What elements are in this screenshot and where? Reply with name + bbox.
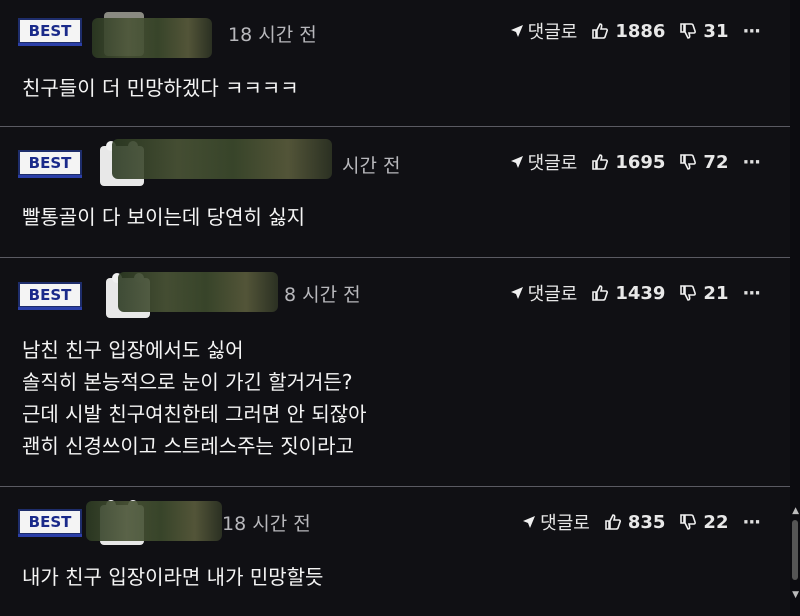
comment-actions: 댓글로 835 22 ··· (522, 509, 761, 535)
comment-4: BEST 18 시간 전 댓글로 835 22 ··· 내가 친구 입장이라면 … (0, 487, 790, 616)
comment-line: 빨통골이 다 보이는데 당연히 싫지 (22, 205, 306, 229)
reply-button[interactable]: 댓글로 (510, 149, 578, 175)
reply-label: 댓글로 (540, 513, 590, 534)
scroll-thumb[interactable] (792, 520, 798, 580)
blurred-username (92, 18, 212, 58)
comment-line: 남친 친구 입장에서도 싫어 (22, 338, 244, 362)
best-badge: BEST (18, 509, 82, 537)
best-badge: BEST (18, 18, 82, 46)
reply-arrow-icon (510, 286, 524, 300)
best-badge: BEST (18, 282, 82, 310)
more-dots-icon[interactable]: ··· (742, 21, 760, 42)
thumbs-up-icon (591, 284, 609, 302)
more-dots-icon[interactable]: ··· (742, 283, 760, 304)
comment-time: 8 시간 전 (284, 284, 361, 306)
upvote-button[interactable]: 1886 (591, 21, 665, 42)
blurred-username (112, 139, 332, 179)
comment-time: 18 시간 전 (222, 513, 311, 535)
comment-1: BEST 18 시간 전 댓글로 1886 31 ··· 친구들이 더 민망하겠… (0, 0, 790, 126)
reply-button[interactable]: 댓글로 (522, 509, 590, 535)
reply-label: 댓글로 (527, 284, 578, 305)
comment-actions: 댓글로 1886 31 ··· (510, 18, 761, 44)
upvote-count: 1439 (615, 282, 666, 304)
thumbs-down-icon (679, 284, 697, 302)
thumbs-down-icon (679, 153, 697, 171)
thumbs-up-icon (591, 153, 609, 171)
thumbs-up-icon (604, 513, 622, 531)
downvote-button[interactable]: 31 (679, 21, 728, 42)
thumbs-up-icon (591, 22, 609, 40)
upvote-count: 835 (627, 511, 666, 533)
thumbs-down-icon (679, 513, 697, 531)
downvote-button[interactable]: 72 (679, 152, 728, 173)
best-badge: BEST (18, 150, 82, 178)
downvote-button[interactable]: 21 (679, 283, 728, 304)
comment-time: 18 시간 전 (228, 24, 317, 46)
reply-arrow-icon (522, 515, 536, 529)
scrollbar[interactable]: ▲ ▼ (790, 0, 800, 616)
blurred-username (118, 272, 278, 312)
more-dots-icon[interactable]: ··· (742, 512, 760, 533)
upvote-button[interactable]: 1695 (591, 152, 665, 173)
scroll-up-arrow-icon[interactable]: ▲ (792, 506, 799, 516)
comment-line: 친구들이 더 민망하겠다 ㅋㅋㅋㅋ (22, 76, 299, 100)
downvote-button[interactable]: 22 (679, 512, 728, 533)
comment-2: BEST 시간 전 댓글로 1695 72 ··· 빨통골이 다 보이는데 당연… (0, 127, 790, 257)
comment-time: 시간 전 (342, 155, 401, 177)
upvote-button[interactable]: 835 (604, 511, 666, 533)
downvote-count: 31 (703, 20, 729, 42)
reply-arrow-icon (510, 24, 524, 38)
reply-button[interactable]: 댓글로 (510, 280, 578, 306)
comment-text: 친구들이 더 민망하겠다 ㅋㅋㅋㅋ (22, 72, 299, 104)
scroll-down-arrow-icon[interactable]: ▼ (792, 590, 799, 600)
blurred-username (86, 501, 222, 541)
comment-line: 괜히 신경쓰이고 스트레스주는 짓이라고 (22, 434, 354, 458)
comment-line: 내가 친구 입장이라면 내가 민망할듯 (22, 565, 324, 589)
comment-line: 솔직히 본능적으로 눈이 가긴 할거거든? (22, 370, 353, 394)
downvote-count: 72 (703, 151, 729, 173)
comment-text: 빨통골이 다 보이는데 당연히 싫지 (22, 201, 305, 233)
reply-button[interactable]: 댓글로 (510, 18, 578, 44)
reply-label: 댓글로 (527, 153, 578, 174)
upvote-button[interactable]: 1439 (591, 283, 665, 304)
reply-arrow-icon (510, 155, 524, 169)
comment-actions: 댓글로 1439 21 ··· (510, 280, 761, 306)
thumbs-down-icon (679, 22, 697, 40)
downvote-count: 21 (703, 282, 729, 304)
comment-actions: 댓글로 1695 72 ··· (510, 149, 761, 175)
downvote-count: 22 (703, 511, 729, 533)
upvote-count: 1695 (615, 151, 666, 173)
reply-label: 댓글로 (527, 22, 578, 43)
upvote-count: 1886 (615, 20, 666, 42)
comment-3: BEST 8 시간 전 댓글로 1439 21 ··· 남친 친구 입장에서도 … (0, 258, 790, 486)
more-dots-icon[interactable]: ··· (742, 152, 760, 173)
comment-text: 내가 친구 입장이라면 내가 민망할듯 (22, 561, 323, 593)
comment-text: 남친 친구 입장에서도 싫어 솔직히 본능적으로 눈이 가긴 할거거든? 근데 … (22, 334, 367, 462)
comment-line: 근데 시발 친구여친한테 그러면 안 되잖아 (22, 402, 367, 426)
